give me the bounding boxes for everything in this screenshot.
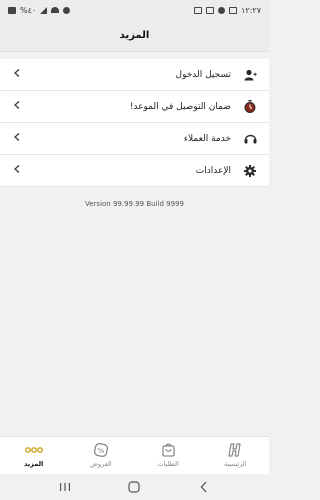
- home-button[interactable]: [124, 479, 144, 495]
- menu-item-label: ضمان التوصيل في الموعد!: [129, 101, 231, 112]
- menu-item-label: الإعدادات: [195, 165, 231, 176]
- more-menu: تسجيل الدخول ضمان التوصيل في الموعد! خدم…: [0, 59, 269, 187]
- nav-label: المزيد: [23, 460, 44, 468]
- more-dots-icon: [24, 443, 43, 457]
- gear-icon: [243, 164, 257, 178]
- recent-apps-button[interactable]: [55, 479, 75, 495]
- nav-item-home[interactable]: الرئيسية: [205, 443, 265, 468]
- page-header: المزيد: [0, 20, 269, 52]
- home-logo-icon: [228, 443, 242, 457]
- nav-label: الرئيسية: [224, 460, 247, 468]
- menu-item-on-time-delivery[interactable]: ضمان التوصيل في الموعد!: [0, 91, 269, 123]
- menu-item-customer-service[interactable]: خدمة العملاء: [0, 123, 269, 155]
- nav-item-orders[interactable]: الطلبات: [138, 443, 198, 468]
- battery-icon: [8, 6, 16, 14]
- nav-item-offers[interactable]: % العروض: [71, 443, 131, 468]
- orders-bag-icon: [161, 443, 175, 457]
- bottom-nav: المزيد % العروض الطلبات الرئيسية: [0, 436, 269, 474]
- snapchat-icon: [218, 6, 226, 14]
- stopwatch-icon: [243, 100, 257, 114]
- wifi-icon: [51, 7, 60, 13]
- check-notification-icon: [229, 6, 238, 14]
- menu-item-label: تسجيل الدخول: [175, 69, 231, 80]
- nav-label: الطلبات: [157, 460, 179, 468]
- svg-text:%: %: [98, 447, 105, 455]
- notification-icon: [63, 6, 71, 14]
- status-time: ١٢:٢٧: [241, 5, 261, 15]
- chevron-left-icon: [14, 133, 20, 144]
- chevron-left-icon: [14, 165, 20, 176]
- gallery-notification-icon: [194, 6, 203, 14]
- chevron-left-icon: [14, 101, 20, 112]
- status-notifications: ١٢:٢٧: [194, 6, 261, 15]
- menu-item-label: خدمة العملاء: [183, 133, 231, 144]
- battery-percentage: %٤٠: [20, 5, 37, 15]
- signal-icon: [40, 6, 48, 14]
- add-user-icon: [243, 68, 257, 82]
- headset-icon: [243, 132, 257, 146]
- menu-item-settings[interactable]: الإعدادات: [0, 155, 269, 187]
- page-title: المزيد: [119, 30, 150, 41]
- status-indicators: %٤٠: [8, 5, 71, 15]
- status-bar: %٤٠ ١٢:٢٧: [0, 0, 269, 20]
- back-button[interactable]: [194, 479, 214, 495]
- nav-label: العروض: [90, 460, 112, 468]
- menu-item-login[interactable]: تسجيل الدخول: [0, 59, 269, 91]
- version-text: Version 99.99.99 Build 9999: [85, 200, 184, 208]
- image-notification-icon: [206, 6, 215, 14]
- nav-item-more[interactable]: المزيد: [4, 443, 64, 468]
- chevron-left-icon: [14, 69, 20, 80]
- offers-icon: %: [93, 443, 108, 457]
- system-nav-bar: [0, 474, 269, 500]
